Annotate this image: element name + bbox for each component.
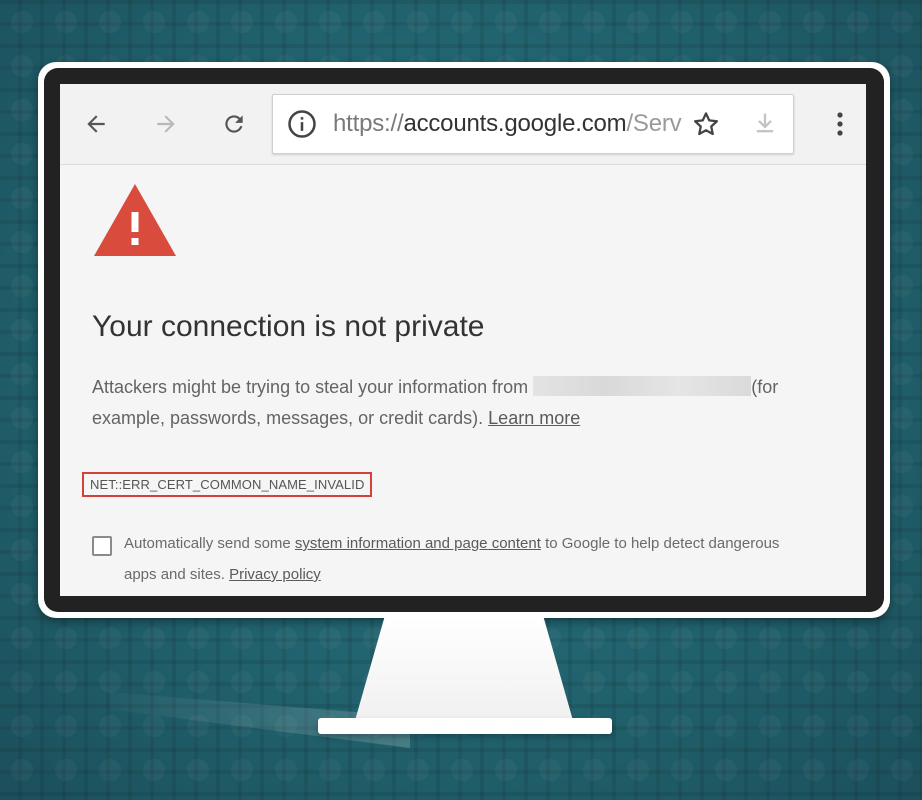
warning-triangle-icon	[94, 184, 176, 256]
url-path: /Serv	[626, 110, 682, 137]
monitor-stand-base	[318, 718, 612, 734]
checkbox-label: Automatically send some system informati…	[124, 528, 814, 590]
forward-arrow-icon	[157, 115, 175, 133]
url-host: accounts.google.com	[403, 110, 627, 137]
reload-button[interactable]	[216, 106, 252, 142]
menu-dots-icon	[837, 112, 843, 136]
star-icon[interactable]	[691, 109, 721, 139]
privacy-policy-link[interactable]: Privacy policy	[229, 566, 321, 583]
error-code: NET::ERR_CERT_COMMON_NAME_INVALID	[82, 472, 373, 497]
monitor-stand-neck	[354, 616, 574, 724]
redacted-hostname	[533, 376, 752, 396]
menu-button[interactable]	[822, 106, 858, 142]
report-checkbox[interactable]	[92, 536, 112, 556]
learn-more-link[interactable]: Learn more	[488, 408, 580, 428]
forward-button[interactable]	[148, 106, 184, 142]
page-title: Your connection is not private	[92, 310, 485, 343]
back-button[interactable]	[78, 106, 114, 142]
url-scheme: https://	[333, 110, 404, 137]
address-bar[interactable]: https://accounts.google.com/Serv	[272, 94, 794, 154]
info-icon	[288, 110, 316, 138]
reload-icon	[225, 115, 243, 133]
description-text-1: Attackers might be trying to steal your …	[92, 377, 529, 397]
system-info-link[interactable]: system information and page content	[295, 535, 541, 552]
warning-description: Attackers might be trying to steal your …	[92, 372, 832, 434]
browser-toolbar: https://accounts.google.com/Serv	[60, 84, 866, 165]
checkbox-text-1: Automatically send some	[124, 535, 291, 552]
download-icon[interactable]	[751, 109, 779, 137]
back-arrow-icon	[87, 115, 105, 133]
monitor: https://accounts.google.com/Serv Your co…	[38, 62, 890, 618]
url-text[interactable]: https://accounts.google.com/Serv	[333, 110, 693, 138]
browser-window: https://accounts.google.com/Serv Your co…	[60, 84, 866, 596]
